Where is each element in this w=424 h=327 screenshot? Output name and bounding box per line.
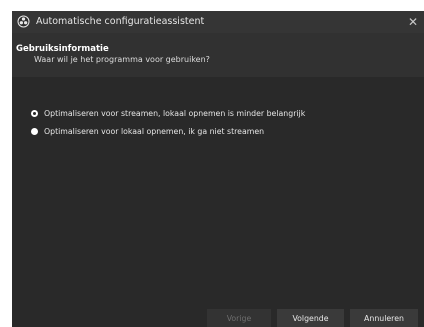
back-button[interactable]: Vorige bbox=[207, 309, 271, 327]
page-title: Gebruiksinformatie bbox=[16, 44, 109, 54]
option-streaming[interactable]: Optimaliseren voor streamen, lokaal opne… bbox=[31, 106, 305, 120]
close-button[interactable]: ✕ bbox=[402, 11, 424, 33]
option-recording[interactable]: Optimaliseren voor lokaal opnemen, ik ga… bbox=[31, 124, 264, 138]
cancel-button[interactable]: Annuleren bbox=[350, 309, 418, 327]
window-title: Automatische configuratieassistent bbox=[36, 16, 205, 27]
wizard-content: Gebruiksinformatie Waar wil je het progr… bbox=[12, 33, 424, 327]
obs-logo-icon bbox=[17, 15, 30, 28]
page-header: Gebruiksinformatie Waar wil je het progr… bbox=[12, 33, 424, 77]
option-recording-label: Optimaliseren voor lokaal opnemen, ik ga… bbox=[44, 126, 265, 136]
wizard-window: Automatische configuratieassistent ✕ Geb… bbox=[12, 11, 424, 327]
title-bar[interactable]: Automatische configuratieassistent ✕ bbox=[12, 11, 424, 33]
close-icon: ✕ bbox=[407, 15, 419, 29]
page-subtitle: Waar wil je het programma voor gebruiken… bbox=[34, 55, 210, 64]
option-streaming-label: Optimaliseren voor streamen, lokaal opne… bbox=[44, 108, 306, 118]
next-button[interactable]: Volgende bbox=[277, 309, 344, 327]
radio-unchecked-icon[interactable] bbox=[31, 127, 38, 135]
radio-checked-icon[interactable] bbox=[31, 109, 38, 117]
